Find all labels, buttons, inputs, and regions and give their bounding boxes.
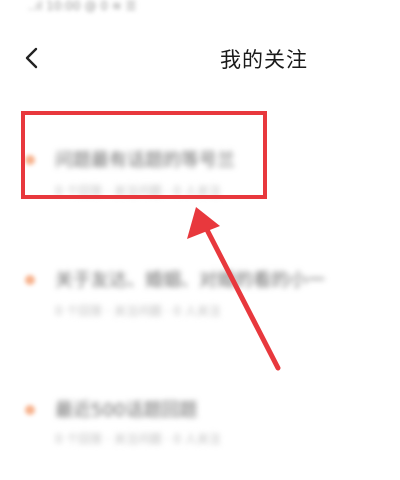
bullet-dot: [25, 155, 35, 165]
item-title: 问题最有话题的等号兰: [55, 150, 235, 171]
header: 我的关注: [0, 30, 400, 86]
list-item[interactable]: 最近500话题回题 0 个回答 · 关注问题 · 0 人关注: [0, 390, 400, 480]
status-text: ..ıl 10:00 @ 0 ≋ ☰: [28, 0, 137, 13]
item-subtitle: 0 个回答 · 关注问题 · 0 人关注: [55, 304, 221, 318]
page-title: 我的关注: [220, 48, 308, 72]
status-bar: ..ıl 10:00 @ 0 ≋ ☰: [0, 0, 400, 22]
item-subtitle: 0 个回答 · 关注问题 · 0 人关注: [55, 184, 221, 198]
item-subtitle: 0 个回答 · 关注问题 · 0 人关注: [55, 432, 221, 446]
bullet-dot: [25, 405, 35, 415]
list-item[interactable]: 问题最有话题的等号兰 0 个回答 · 关注问题 · 0 人关注: [0, 120, 400, 210]
bullet-dot: [25, 275, 35, 285]
list-item[interactable]: 关于友达、婚姻、对婚的看的小一 0 个回答 · 关注问题 · 0 人关注: [0, 250, 400, 340]
item-title: 关于友达、婚姻、对婚的看的小一: [55, 270, 325, 291]
item-title: 最近500话题回题: [55, 400, 198, 421]
